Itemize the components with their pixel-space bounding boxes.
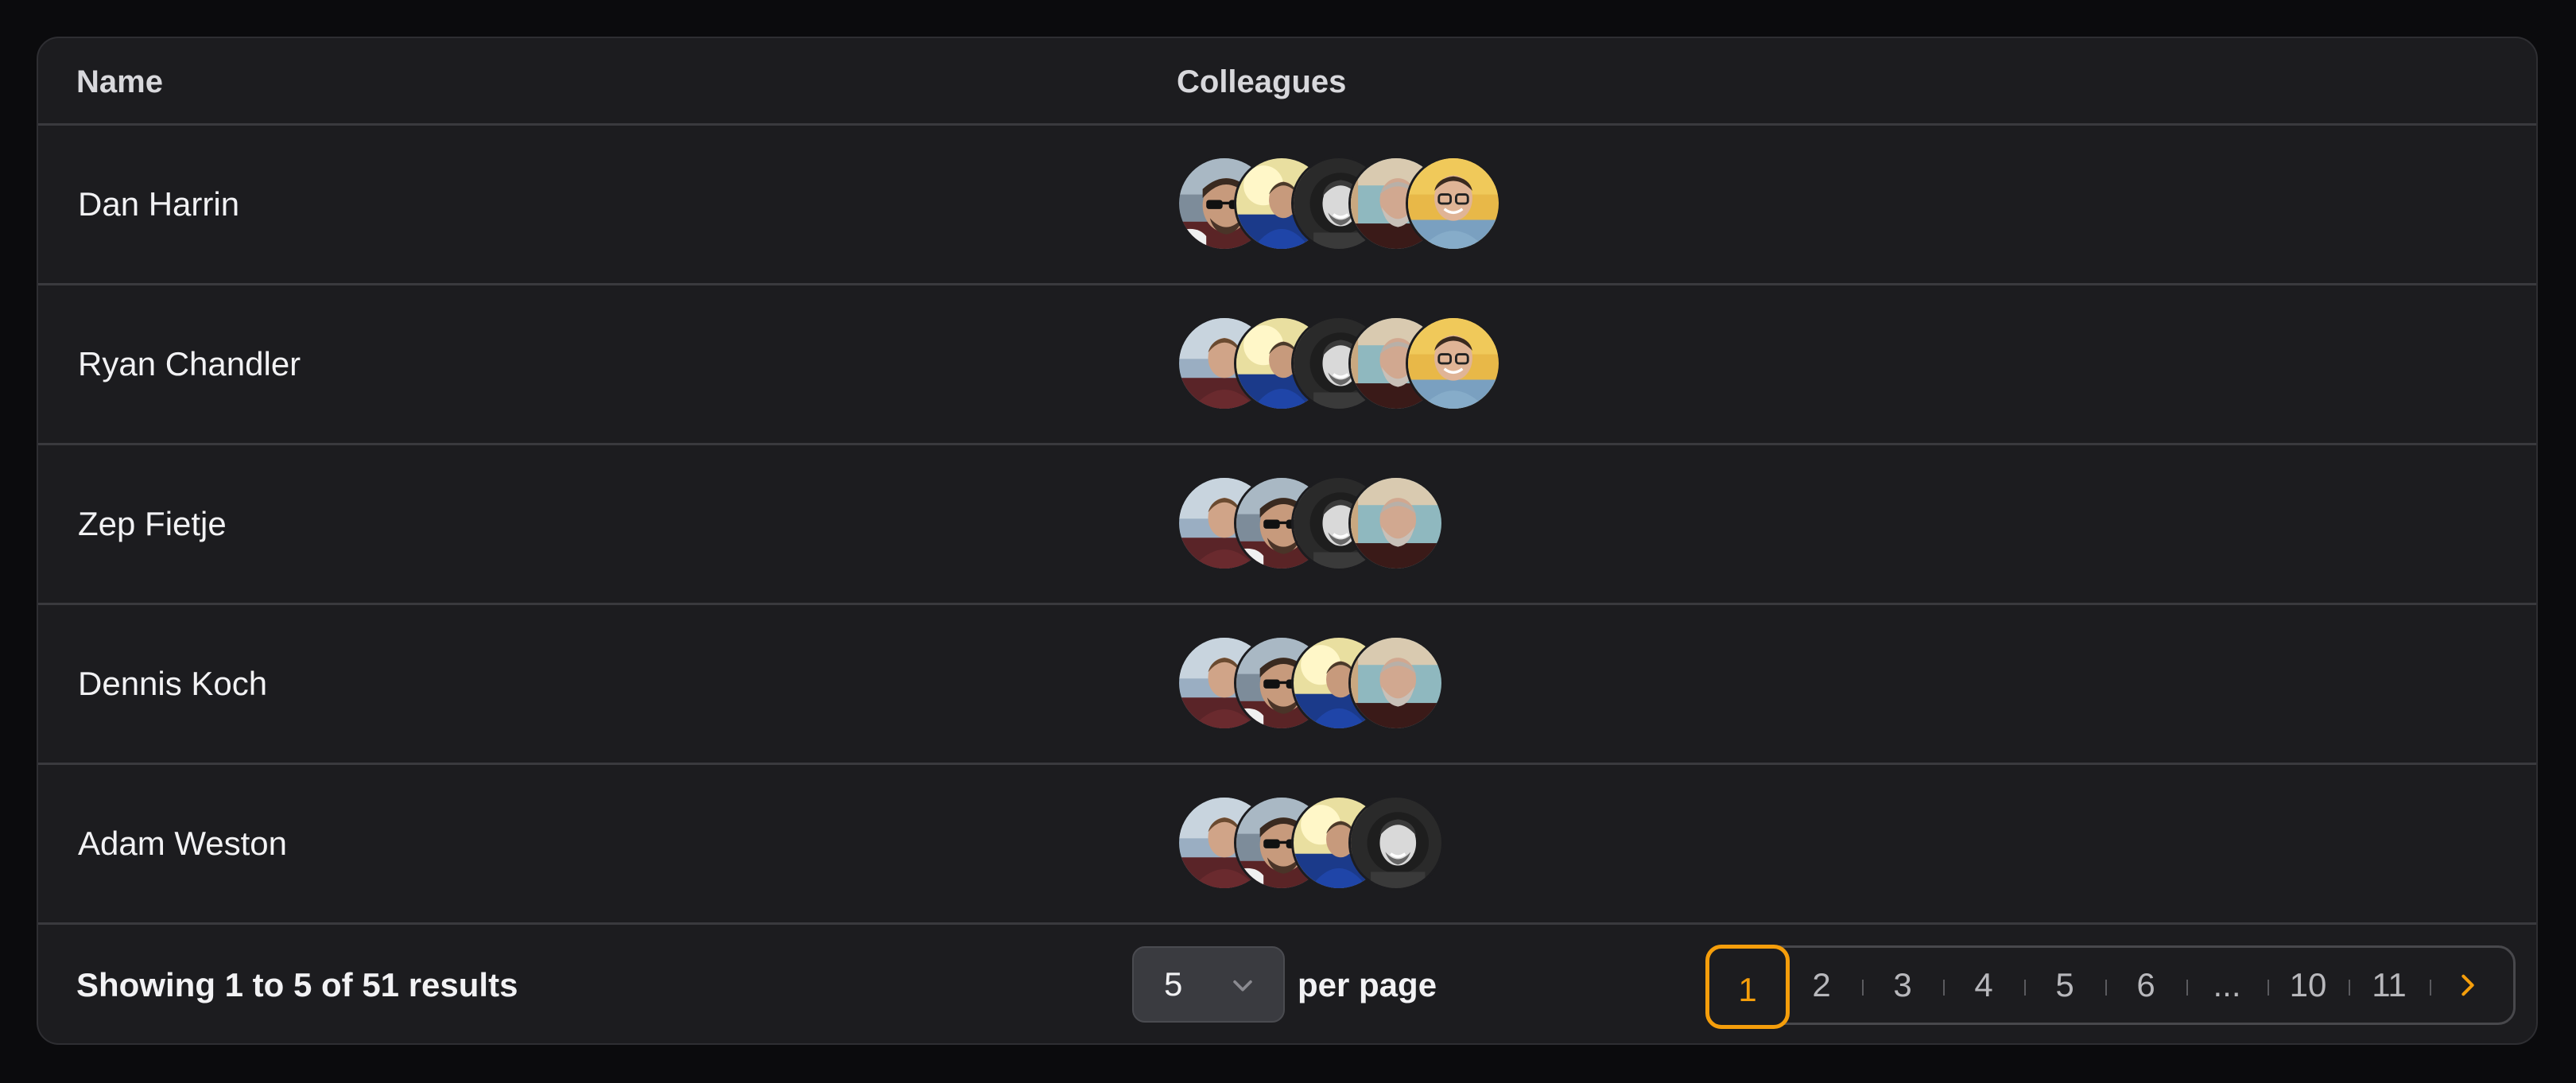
table-row[interactable]: Adam Weston bbox=[38, 765, 2536, 925]
page-button-3[interactable]: 3 bbox=[1871, 948, 1934, 1023]
pagination-separator bbox=[2268, 980, 2269, 996]
colleague-avatar-glasses-man-yellow[interactable] bbox=[1406, 156, 1501, 251]
colleague-avatar-glasses-man-yellow[interactable] bbox=[1406, 316, 1501, 411]
table-row[interactable]: Dan Harrin bbox=[38, 126, 2536, 285]
pagination-separator bbox=[2024, 980, 2026, 996]
per-page-value: 5 bbox=[1164, 965, 1183, 1003]
table-footer: Showing 1 to 5 of 51 results 5 per page … bbox=[38, 926, 2536, 1043]
colleague-avatar-older-bearded-man[interactable] bbox=[1348, 476, 1444, 571]
column-header-colleagues[interactable]: Colleagues bbox=[1177, 38, 1346, 126]
colleague-avatar-older-bearded-man[interactable] bbox=[1348, 635, 1444, 731]
page-button-6[interactable]: 6 bbox=[2114, 948, 2178, 1023]
per-page-select[interactable]: 5 bbox=[1132, 946, 1285, 1023]
pagination-separator bbox=[2105, 980, 2107, 996]
table-row[interactable]: Dennis Koch bbox=[38, 605, 2536, 765]
users-table-panel: Name Colleagues Dan Harrin Ryan Chandler Z… bbox=[37, 37, 2538, 1045]
chevron-right-icon[interactable] bbox=[2454, 972, 2481, 999]
column-header-name[interactable]: Name bbox=[76, 38, 163, 126]
colleague-avatar-bw-smiling-man[interactable] bbox=[1348, 795, 1444, 891]
user-name: Zep Fietje bbox=[78, 505, 227, 542]
chevron-down-icon bbox=[1233, 980, 1252, 992]
results-summary: Showing 1 to 5 of 51 results bbox=[76, 966, 518, 1003]
per-page-label: per page bbox=[1298, 966, 1437, 1003]
page-button-1[interactable]: 1 bbox=[1705, 945, 1790, 1029]
pagination: 1 2 3 4 5 6... 10 11 bbox=[1705, 945, 2516, 1029]
table-row[interactable]: Ryan Chandler bbox=[38, 285, 2536, 445]
pagination-ellipsis: ... bbox=[2213, 966, 2241, 1003]
table-row[interactable]: Zep Fietje bbox=[38, 445, 2536, 605]
table-header: Name Colleagues bbox=[38, 38, 2536, 126]
page-button-11[interactable]: 11 bbox=[2357, 948, 2421, 1023]
user-name: Dennis Koch bbox=[78, 665, 268, 702]
page-button-10[interactable]: 10 bbox=[2276, 948, 2340, 1023]
pagination-separator bbox=[2349, 980, 2350, 996]
page-button-4[interactable]: 4 bbox=[1952, 948, 2015, 1023]
user-name: Dan Harrin bbox=[78, 185, 240, 223]
pagination-separator bbox=[2186, 980, 2188, 996]
pagination-separator bbox=[1862, 980, 1864, 996]
pagination-separator bbox=[1943, 980, 1945, 996]
page-button-5[interactable]: 5 bbox=[2033, 948, 2097, 1023]
pagination-separator bbox=[2430, 980, 2431, 996]
user-name: Ryan Chandler bbox=[78, 345, 301, 382]
page-button-2[interactable]: 2 bbox=[1790, 948, 1853, 1023]
user-name: Adam Weston bbox=[78, 825, 288, 862]
